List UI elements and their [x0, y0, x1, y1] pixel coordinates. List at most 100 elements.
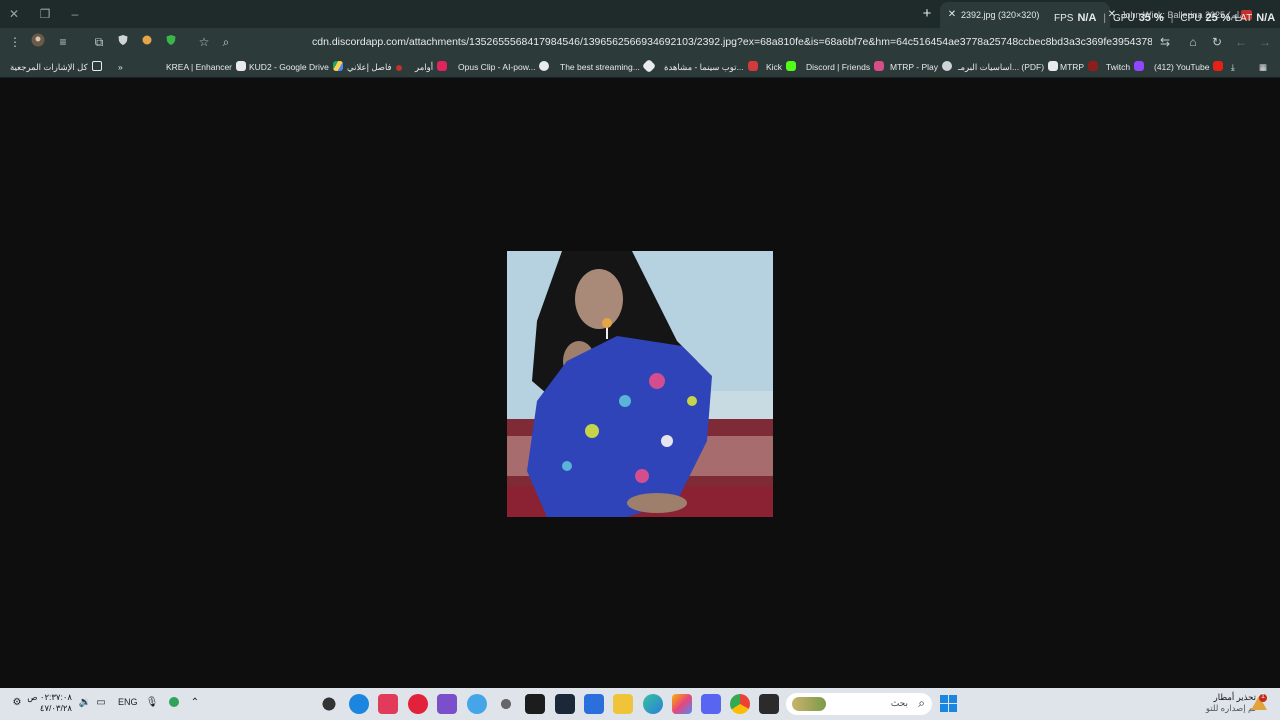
bookmark-label: اساسيات البرمـ... (PDF) — [958, 62, 1045, 72]
weather-widget[interactable]: تحذير أمطار تم إصداره للتو — [1196, 692, 1256, 714]
zoom-icon[interactable]: ⌕ — [217, 33, 235, 51]
media-control-icon[interactable]: ≡ — [54, 33, 72, 51]
site-settings-icon[interactable]: ⇆ — [1156, 33, 1174, 51]
more-bookmarks-button[interactable]: » — [118, 60, 123, 74]
taskbar: ⚙ ٠٢:٣٧:٠٨ ص ٤٧/٠٣/٢٨ 🔉 ▭ ENG 🎙 ⌃ بحث ⌕ … — [0, 688, 1280, 720]
cinema-icon — [747, 61, 758, 71]
taskbar-app-icon[interactable] — [525, 694, 545, 714]
bookmark-discord[interactable]: Discord | Friends — [806, 60, 885, 74]
language-indicator[interactable]: ENG — [118, 697, 138, 707]
search-placeholder: بحث — [890, 698, 908, 708]
folder-icon — [91, 61, 102, 71]
adblock-icon[interactable] — [162, 33, 180, 51]
bookmark-mtrp[interactable]: MTRP — [1060, 60, 1099, 74]
download-icon[interactable]: ⤓ — [1231, 60, 1235, 74]
chrome-icon[interactable] — [730, 694, 750, 714]
weather-warning-icon[interactable]: 1 — [1250, 693, 1268, 712]
taskbar-app-icon[interactable] — [349, 694, 369, 714]
globe-icon — [942, 61, 953, 71]
tab-close-icon[interactable]: ✕ — [946, 2, 958, 28]
bookmark-opus-clip[interactable]: Opus Clip - AI-pow... — [458, 60, 550, 74]
taskbar-app-icon[interactable] — [319, 694, 339, 714]
extension-icon[interactable] — [138, 33, 156, 51]
chevron-up-icon[interactable]: ⌃ — [188, 696, 202, 710]
bookmark-star-icon[interactable]: ☆ — [195, 33, 213, 51]
store-icon[interactable] — [584, 694, 604, 714]
display-icon[interactable]: ▭ — [94, 696, 108, 710]
bookmark-label: KUD2 - Google Drive — [249, 62, 329, 72]
bookmark-commands[interactable]: أوامر — [415, 60, 448, 74]
bookmark-label: Kick — [766, 62, 783, 72]
microphone-icon[interactable]: 🎙 — [145, 696, 159, 710]
taskbar-app-icon[interactable] — [759, 694, 779, 714]
bookmark-kick[interactable]: Kick — [766, 60, 797, 74]
taskbar-app-icon[interactable] — [437, 694, 457, 714]
shield-extension-icon[interactable] — [114, 33, 132, 51]
search-icon: ⌕ — [918, 696, 925, 710]
address-bar-url[interactable]: cdn.discordapp.com/attachments/135265556… — [312, 35, 1152, 49]
apps-grid-icon[interactable]: ▦ — [1259, 60, 1267, 74]
bookmark-krea[interactable]: KREA | Enhancer — [166, 60, 246, 74]
divider: | — [1170, 12, 1174, 24]
extensions-icon[interactable]: ⧉ — [90, 33, 108, 51]
bookmark-label: KREA | Enhancer — [166, 62, 232, 72]
bookmark-label: أوامر — [415, 62, 434, 72]
google-drive-icon — [332, 61, 343, 71]
bookmark-label: The best streaming... — [560, 62, 640, 72]
menu-icon[interactable]: ⋮ — [6, 33, 24, 51]
edge-icon[interactable] — [643, 694, 663, 714]
clock-date: ٤٧/٠٣/٢٨ — [39, 703, 72, 713]
bookmarks-bar: ▦ ⤓ (412) YouTube Twitch MTRP اساسيات ال… — [0, 56, 1280, 78]
windows-logo-pane — [940, 695, 948, 703]
cpu-value: 25 % — [1205, 12, 1231, 24]
clock[interactable]: ٠٢:٣٧:٠٨ ص ٤٧/٠٣/٢٨ — [26, 692, 72, 714]
bookmark-pdf[interactable]: اساسيات البرمـ... (PDF) — [958, 60, 1059, 74]
start-button[interactable] — [940, 695, 957, 712]
home-icon[interactable]: ⌂ — [1184, 33, 1202, 51]
bookmark-mtrp-play[interactable]: MTRP - Play — [890, 60, 953, 74]
taskbar-app-icon[interactable] — [378, 694, 398, 714]
lat-value: N/A — [1256, 12, 1276, 24]
discord-icon — [874, 61, 885, 71]
discord-icon[interactable] — [701, 694, 721, 714]
tab-title: 2392.jpg (320×320) — [961, 10, 1040, 20]
vpn-icon[interactable] — [167, 696, 181, 710]
network-icon[interactable]: ⚙ — [10, 696, 24, 710]
close-window-icon[interactable]: ✕ — [6, 6, 22, 22]
mtrp-icon — [1088, 61, 1099, 71]
taskbar-app-icon[interactable] — [467, 694, 487, 714]
steam-icon[interactable] — [555, 694, 575, 714]
all-bookmarks-button[interactable]: كل الإشارات المرجعية — [10, 60, 102, 74]
viewed-image[interactable] — [507, 251, 773, 517]
reload-icon[interactable]: ↻ — [1208, 33, 1226, 51]
cart-icon — [437, 61, 448, 71]
forward-icon[interactable]: → — [1256, 33, 1274, 51]
restore-window-icon[interactable]: ❐ — [37, 6, 53, 22]
bookmark-label: توب سينما - مشاهدة... — [664, 62, 744, 72]
new-tab-button[interactable]: + — [918, 5, 936, 23]
file-explorer-icon[interactable] — [613, 694, 633, 714]
bookmark-google-drive[interactable]: KUD2 - Google Drive — [249, 60, 343, 74]
bookmark-topcinema[interactable]: توب سينما - مشاهدة... — [664, 60, 758, 74]
copilot-icon[interactable] — [672, 694, 692, 714]
back-icon[interactable]: ← — [1232, 33, 1250, 51]
volume-icon[interactable]: 🔉 — [78, 696, 92, 710]
fps-value: N/A — [1077, 12, 1097, 24]
profile-avatar-icon[interactable] — [29, 33, 47, 51]
bookmark-ad-break[interactable]: فاصل إعلاني — [347, 60, 402, 74]
lat-label: LAT — [1234, 12, 1253, 24]
bookmark-youtube[interactable]: (412) YouTube — [1154, 60, 1224, 74]
image-viewer — [0, 78, 1280, 688]
cpu-label: CPU — [1180, 12, 1202, 24]
minimize-window-icon[interactable]: – — [67, 6, 83, 22]
windows-logo-pane — [949, 704, 957, 712]
diamond-icon — [641, 58, 656, 74]
pdf-icon — [1048, 61, 1059, 71]
taskbar-app-icon[interactable] — [496, 694, 516, 714]
bookmark-streaming[interactable]: The best streaming... — [560, 58, 656, 74]
taskbar-search[interactable]: بحث ⌕ — [786, 693, 932, 715]
bookmark-twitch[interactable]: Twitch — [1106, 60, 1145, 74]
fps-label: FPS — [1054, 12, 1074, 24]
clock-time: ٠٢:٣٧:٠٨ ص — [27, 692, 72, 702]
taskbar-app-icon[interactable] — [408, 694, 428, 714]
